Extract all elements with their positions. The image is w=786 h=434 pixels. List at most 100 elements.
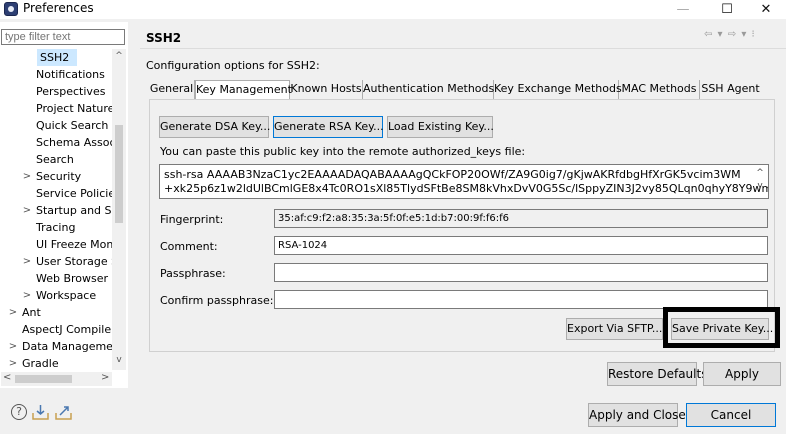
chevron-right-icon[interactable]: > bbox=[8, 304, 18, 321]
scroll-up-arrow-icon[interactable]: ^ bbox=[112, 51, 126, 61]
public-key-line: +xk25p6z1w2ldUlBCmlGE8x4Tc0RO1sXl85TlydS… bbox=[164, 182, 769, 195]
tab-general[interactable]: General bbox=[149, 80, 195, 100]
tree-item-label: Tracing bbox=[36, 221, 76, 234]
tree-item-label: UI Freeze Mon bbox=[36, 238, 112, 251]
public-key-textarea[interactable]: ssh-rsa AAAAB3NzaC1yc2EAAAADAQABAAAAgQCk… bbox=[159, 164, 769, 199]
passphrase-label: Passphrase: bbox=[160, 267, 226, 280]
tree-item-project-natures[interactable]: Project Nature: bbox=[36, 100, 112, 117]
tree-item-label: SSH2 bbox=[40, 51, 70, 64]
comment-label: Comment: bbox=[160, 240, 218, 253]
help-icon[interactable]: ? bbox=[11, 404, 27, 420]
passphrase-field[interactable] bbox=[274, 263, 768, 282]
tree-item-label: Project Nature: bbox=[36, 102, 112, 115]
tree-item-aspectj-compiler[interactable]: AspectJ Compiler bbox=[22, 321, 112, 338]
tab-label: Key Management bbox=[196, 83, 292, 96]
tree-item-label: AspectJ Compiler bbox=[22, 323, 112, 336]
tree-item-user-storage[interactable]: > User Storage S bbox=[22, 253, 112, 270]
tree-item-label: Schema Associ bbox=[36, 136, 112, 149]
app-icon bbox=[4, 2, 18, 16]
import-icon[interactable] bbox=[32, 404, 49, 420]
tree-item-tracing[interactable]: Tracing bbox=[36, 219, 75, 236]
maximize-button[interactable]: ☐ bbox=[707, 0, 747, 19]
tree-item-label: Service Policies bbox=[36, 187, 112, 200]
tree-item-label: Workspace bbox=[36, 289, 97, 302]
tree-item-ssh2[interactable]: SSH2 bbox=[37, 49, 77, 66]
chevron-right-icon[interactable]: > bbox=[22, 202, 32, 219]
generate-rsa-key-button[interactable]: Generate RSA Key... bbox=[273, 116, 384, 138]
tree-horizontal-scrollbar[interactable]: < > bbox=[1, 372, 112, 386]
tree-item-label: Gradle bbox=[22, 357, 59, 369]
page-title: SSH2 bbox=[146, 31, 182, 45]
tree-item-schema-associations[interactable]: Schema Associ bbox=[36, 134, 112, 151]
chevron-right-icon[interactable]: > bbox=[22, 253, 32, 270]
apply-button[interactable]: Apply bbox=[703, 362, 781, 386]
tab-known-hosts[interactable]: Known Hosts bbox=[290, 80, 363, 100]
export-icon[interactable] bbox=[55, 404, 72, 420]
tree-item-service-policies[interactable]: Service Policies bbox=[36, 185, 112, 202]
window-title: Preferences bbox=[23, 1, 94, 15]
tree-item-quick-search[interactable]: Quick Search bbox=[36, 117, 108, 134]
tree-item-ant[interactable]: > Ant bbox=[8, 304, 41, 321]
tree-item-label: Ant bbox=[22, 306, 41, 319]
tree-item-perspectives[interactable]: Perspectives bbox=[36, 83, 105, 100]
tab-label: Known Hosts bbox=[290, 82, 362, 95]
tree-item-gradle[interactable]: > Gradle bbox=[8, 355, 59, 369]
load-existing-key-button[interactable]: Load Existing Key... bbox=[387, 116, 494, 138]
tab-key-exchange-methods[interactable]: Key Exchange Methods bbox=[494, 80, 622, 100]
scroll-right-arrow-icon[interactable]: > bbox=[101, 372, 109, 383]
tab-authentication-methods[interactable]: Authentication Methods bbox=[363, 80, 494, 100]
tree-item-label: Security bbox=[36, 170, 82, 183]
comment-field[interactable]: RSA-1024 bbox=[274, 236, 768, 255]
filter-input[interactable] bbox=[1, 29, 125, 45]
tree-item-label: Startup and Sh bbox=[36, 204, 112, 217]
scroll-thumb[interactable] bbox=[15, 375, 72, 383]
tree-item-notifications[interactable]: Notifications bbox=[36, 66, 105, 83]
tree-item-label: Perspectives bbox=[36, 85, 106, 98]
restore-defaults-button[interactable]: Restore Defaults bbox=[607, 362, 707, 386]
tab-label: General bbox=[149, 82, 194, 95]
fingerprint-label: Fingerprint: bbox=[160, 213, 224, 226]
fingerprint-field: 35:af:c9:f2:a8:35:3a:5f:0f:e5:1d:b7:00:9… bbox=[274, 209, 768, 228]
tree-item-data-management[interactable]: > Data Managemer bbox=[8, 338, 112, 355]
tree-item-label: Quick Search bbox=[36, 119, 109, 132]
tree-item-ui-freeze-monitor[interactable]: UI Freeze Mon bbox=[36, 236, 112, 253]
close-button[interactable]: ✕ bbox=[746, 0, 786, 19]
tree-item-label: Notifications bbox=[36, 68, 105, 81]
tree-item-workspace[interactable]: > Workspace bbox=[22, 287, 96, 304]
tree-item-label: User Storage S bbox=[36, 255, 112, 268]
tab-key-management[interactable]: Key Management bbox=[195, 80, 292, 101]
tree-item-web-browser[interactable]: Web Browser bbox=[36, 270, 108, 287]
scroll-down-arrow-icon[interactable]: v bbox=[112, 355, 126, 365]
apply-and-close-button[interactable]: Apply and Close bbox=[588, 403, 686, 427]
tree-vertical-scrollbar[interactable]: ^ v bbox=[112, 49, 126, 370]
tab-label: Key Exchange Methods bbox=[494, 82, 622, 95]
tree-item-security[interactable]: > Security bbox=[22, 168, 81, 185]
tree-item-startup-shutdown[interactable]: > Startup and Sh bbox=[22, 202, 112, 219]
confirm-passphrase-label: Confirm passphrase: bbox=[160, 294, 274, 307]
tree-item-search[interactable]: Search bbox=[36, 151, 74, 168]
chevron-right-icon[interactable]: > bbox=[22, 287, 32, 304]
scroll-up-arrow-icon[interactable]: ^ bbox=[754, 167, 766, 180]
tab-label: MAC Methods bbox=[621, 82, 697, 95]
scroll-left-arrow-icon[interactable]: < bbox=[3, 372, 11, 383]
chevron-right-icon[interactable]: > bbox=[8, 355, 18, 369]
tree-item-label: Data Managemer bbox=[22, 340, 112, 353]
export-via-sftp-button[interactable]: Export Via SFTP... bbox=[566, 318, 663, 340]
chevron-right-icon[interactable]: > bbox=[8, 338, 18, 355]
cancel-button[interactable]: Cancel bbox=[686, 403, 776, 427]
title-bar: Preferences — ☐ ✕ bbox=[0, 0, 786, 19]
chevron-right-icon[interactable]: > bbox=[22, 168, 32, 185]
header-divider bbox=[140, 48, 786, 49]
scroll-thumb[interactable] bbox=[115, 125, 123, 223]
generate-dsa-key-button[interactable]: Generate DSA Key... bbox=[159, 116, 270, 138]
nav-history-arrows-icon[interactable]: ⇦ ▾ ⇨ ▾ ⁝ bbox=[704, 29, 756, 40]
scroll-down-arrow-icon[interactable]: v bbox=[754, 180, 766, 193]
public-key-scrollbar[interactable]: ^ v bbox=[754, 167, 766, 196]
tree-item-label: Search bbox=[36, 153, 74, 166]
minimize-button[interactable]: — bbox=[663, 0, 703, 19]
tab-ssh-agent[interactable]: SSH Agent bbox=[700, 80, 761, 100]
tab-label: SSH Agent bbox=[701, 82, 760, 95]
public-key-line: ssh-rsa AAAAB3NzaC1yc2EAAAADAQABAAAAgQCk… bbox=[164, 168, 741, 181]
tab-mac-methods[interactable]: MAC Methods bbox=[619, 80, 700, 100]
config-label: Configuration options for SSH2: bbox=[146, 59, 320, 72]
